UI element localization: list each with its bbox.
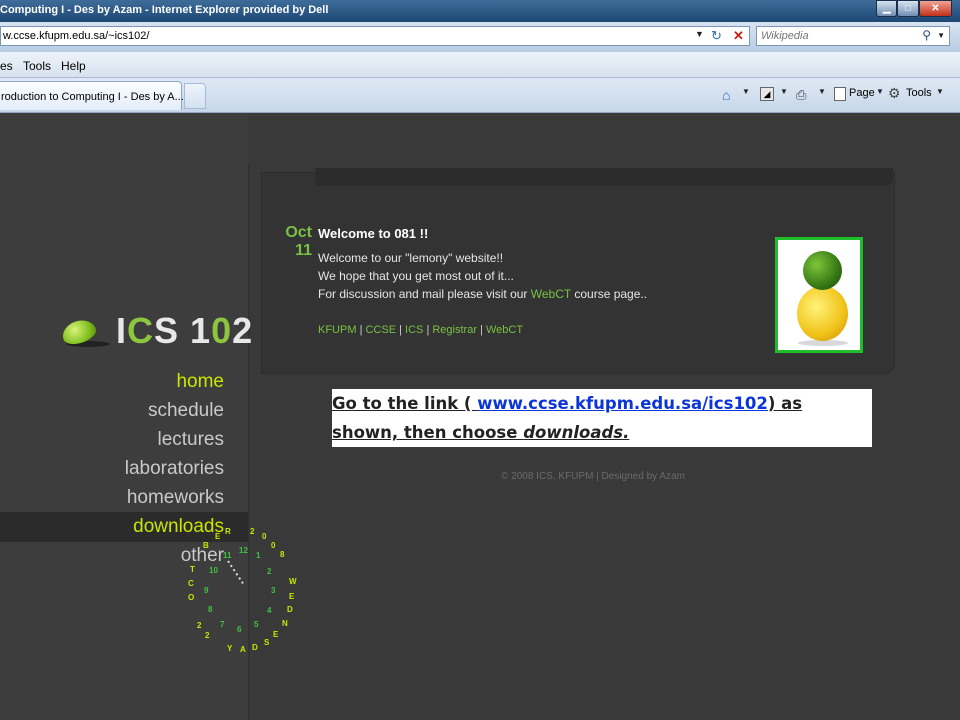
window-titlebar: Computing I - Des by Azam - Internet Exp… bbox=[0, 0, 960, 22]
tab-title: roduction to Computing I - Des by A... bbox=[1, 91, 184, 103]
lime-image bbox=[803, 251, 842, 290]
gear-icon: ⚙ bbox=[888, 85, 901, 101]
clock-hands bbox=[227, 560, 245, 586]
feeds-icon[interactable]: ◢ bbox=[760, 87, 774, 101]
course-url-link[interactable]: www.ccse.kfupm.edu.sa/ics102 bbox=[477, 394, 768, 413]
link-kfupm[interactable]: KFUPM bbox=[318, 324, 357, 336]
news-date: Oct 11 bbox=[284, 224, 312, 260]
news-month: Oct bbox=[285, 224, 312, 241]
link-webct[interactable]: WebCT bbox=[486, 324, 523, 336]
news-day: 11 bbox=[295, 242, 312, 259]
menu-item-tools[interactable]: Tools bbox=[23, 59, 51, 73]
page-icon bbox=[834, 87, 846, 101]
search-icon[interactable]: ⚲ bbox=[922, 28, 931, 42]
feeds-dropdown-icon[interactable]: ▼ bbox=[780, 87, 788, 96]
link-registrar[interactable]: Registrar bbox=[432, 324, 477, 336]
home-dropdown-icon[interactable]: ▼ bbox=[742, 87, 750, 96]
welcome-line-3: For discussion and mail please visit our… bbox=[318, 287, 648, 301]
tab-bar: roduction to Computing I - Des by A... ⌂… bbox=[0, 78, 960, 113]
logo-text: ICS 102 bbox=[116, 310, 254, 351]
spiral-clock-widget: R E B T C O 2 2 Y A D S E N D E W 8 0 0 … bbox=[170, 513, 330, 673]
minimize-button[interactable]: ▁ bbox=[876, 0, 898, 17]
menu-bar: es Tools Help bbox=[0, 52, 960, 78]
link-ccse[interactable]: CCSE bbox=[365, 324, 396, 336]
nav-laboratories[interactable]: laboratories bbox=[125, 458, 224, 480]
site-logo[interactable]: ICS 102 bbox=[59, 310, 252, 353]
page-menu-button[interactable]: Page bbox=[849, 87, 875, 99]
nav-schedule[interactable]: schedule bbox=[148, 400, 224, 422]
maximize-button[interactable]: □ bbox=[897, 0, 919, 17]
search-dropdown-icon[interactable]: ▼ bbox=[937, 31, 945, 40]
print-icon[interactable]: ⎙ bbox=[796, 87, 806, 103]
link-ics[interactable]: ICS bbox=[405, 324, 423, 336]
downloads-emphasis: downloads. bbox=[523, 423, 630, 442]
instruction-callout: Go to the link ( www.ccse.kfupm.edu.sa/i… bbox=[332, 389, 872, 447]
close-button[interactable]: ✕ bbox=[918, 0, 952, 17]
window-title: Computing I - Des by Azam - Internet Exp… bbox=[0, 4, 329, 16]
welcome-line-1: Welcome to our "lemony" website!! bbox=[318, 251, 504, 265]
tools-menu-button[interactable]: Tools bbox=[906, 87, 932, 99]
menu-item-favorites[interactable]: es bbox=[0, 59, 13, 73]
nav-home[interactable]: home bbox=[176, 371, 224, 393]
address-input[interactable]: w.ccse.kfupm.edu.sa/~ics102/ ▼ ↻ ✕ bbox=[0, 26, 750, 46]
nav-lectures[interactable]: lectures bbox=[157, 429, 224, 451]
tools-dropdown-icon[interactable]: ▼ bbox=[936, 87, 944, 96]
lime-lemon-photo bbox=[775, 237, 863, 353]
address-toolbar: w.ccse.kfupm.edu.sa/~ics102/ ▼ ↻ ✕ ⚲ ▼ bbox=[0, 22, 960, 52]
webct-link[interactable]: WebCT bbox=[531, 287, 571, 301]
print-dropdown-icon[interactable]: ▼ bbox=[818, 87, 826, 96]
tab-current[interactable]: roduction to Computing I - Des by A... bbox=[0, 81, 184, 110]
window-controls: ▁ □ ✕ bbox=[876, 0, 952, 17]
quick-links: KFUPM | CCSE | ICS | Registrar | WebCT bbox=[318, 324, 524, 336]
new-tab-button[interactable] bbox=[184, 83, 206, 109]
menu-item-help[interactable]: Help bbox=[61, 59, 86, 73]
lemon-image bbox=[797, 286, 848, 341]
web-page: ICS 102 home schedule lectures laborator… bbox=[0, 113, 960, 720]
welcome-line-2: We hope that you get most out of it... bbox=[318, 269, 514, 283]
command-bar: ⌂ ▼ ◢ ▼ ⎙ ▼ Page ▼ ⚙ Tools ▼ bbox=[718, 78, 960, 111]
home-icon[interactable]: ⌂ bbox=[722, 87, 730, 103]
address-dropdown-icon[interactable]: ▼ bbox=[695, 29, 704, 39]
copyright-text: © 2008 ICS, KFUPM | Designed by Azam bbox=[501, 471, 685, 482]
refresh-icon[interactable]: ↻ bbox=[711, 28, 722, 44]
nav-homeworks[interactable]: homeworks bbox=[127, 487, 224, 509]
stop-icon[interactable]: ✕ bbox=[733, 28, 744, 44]
welcome-title: Welcome to 081 !! bbox=[318, 226, 429, 241]
page-dropdown-icon[interactable]: ▼ bbox=[876, 87, 884, 96]
search-input[interactable] bbox=[757, 27, 915, 45]
search-box: ⚲ ▼ bbox=[756, 26, 950, 46]
top-panel-strip bbox=[315, 168, 893, 186]
address-url: w.ccse.kfupm.edu.sa/~ics102/ bbox=[3, 30, 150, 42]
